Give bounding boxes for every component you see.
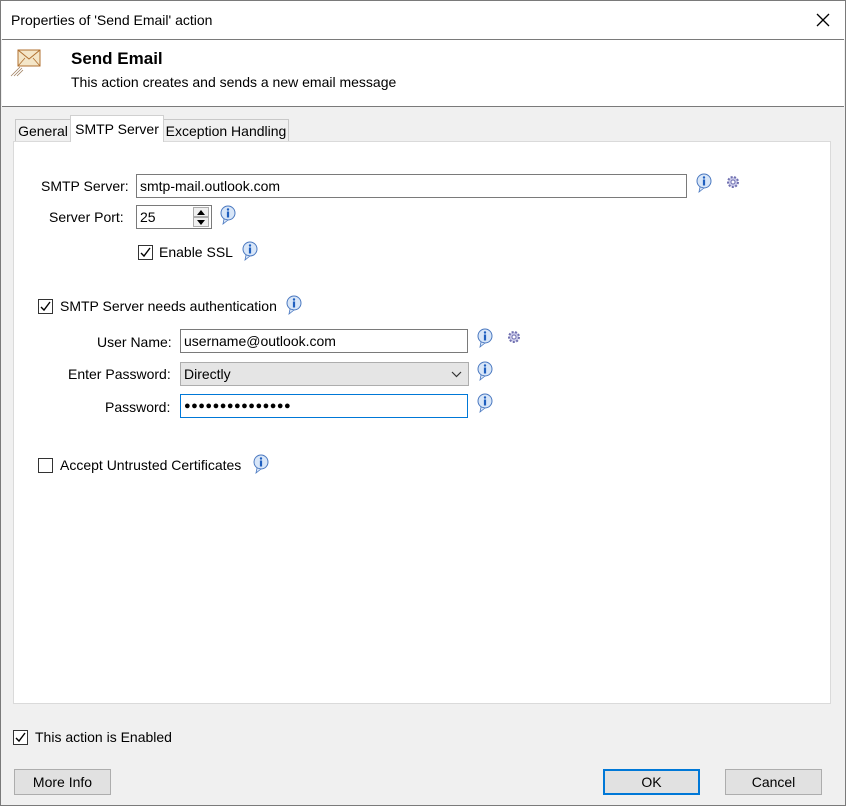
info-icon[interactable] [476, 393, 494, 413]
smtp-server-input[interactable]: smtp-mail.outlook.com [136, 174, 687, 198]
action-header: Send Email This action creates and sends… [2, 39, 844, 107]
password-label: Password: [105, 399, 171, 415]
close-icon [816, 13, 830, 27]
password-mode-select[interactable]: Directly [180, 362, 469, 386]
action-description: This action creates and sends a new emai… [71, 74, 397, 90]
action-enabled-label: This action is Enabled [35, 729, 172, 745]
accept-untrusted-checkbox[interactable] [38, 458, 53, 473]
info-icon[interactable] [241, 241, 259, 261]
checkmark-icon [40, 301, 51, 312]
tab-general[interactable]: General [15, 119, 71, 141]
checkmark-icon [140, 247, 151, 258]
smtp-auth-checkbox[interactable] [38, 299, 53, 314]
arrow-up-icon [197, 209, 205, 215]
info-icon[interactable] [219, 205, 237, 225]
action-title: Send Email [71, 49, 163, 68]
title-bar: Properties of 'Send Email' action [1, 1, 845, 39]
window-title: Properties of 'Send Email' action [11, 12, 213, 28]
password-input[interactable]: ●●●●●●●●●●●●●●● [180, 394, 468, 418]
port-increment-button[interactable] [193, 207, 209, 217]
server-port-label: Server Port: [49, 209, 124, 225]
enable-ssl-checkbox[interactable] [138, 245, 153, 260]
smtp-auth-label: SMTP Server needs authentication [60, 298, 277, 314]
action-enabled-checkbox[interactable] [13, 730, 28, 745]
checkmark-icon [15, 732, 26, 743]
tab-exception-handling[interactable]: Exception Handling [163, 119, 289, 141]
username-label: User Name: [97, 334, 172, 350]
gear-icon[interactable] [725, 174, 741, 190]
smtp-server-label: SMTP Server: [41, 178, 129, 194]
ok-button[interactable]: OK [603, 769, 700, 795]
envelope-icon [10, 49, 41, 77]
username-input[interactable]: username@outlook.com [180, 329, 468, 353]
close-button[interactable] [811, 9, 835, 31]
more-info-button[interactable]: More Info [14, 769, 111, 795]
cancel-button[interactable]: Cancel [725, 769, 822, 795]
arrow-down-icon [197, 219, 205, 225]
accept-untrusted-label: Accept Untrusted Certificates [60, 457, 242, 473]
info-icon[interactable] [476, 328, 494, 348]
server-port-value: 25 [140, 209, 156, 225]
password-mode-value: Directly [184, 366, 231, 382]
info-icon[interactable] [285, 295, 303, 315]
chevron-down-icon [451, 371, 462, 378]
gear-icon[interactable] [506, 329, 522, 345]
password-mode-label: Enter Password: [68, 366, 171, 382]
info-icon[interactable] [252, 454, 270, 474]
tab-smtp-server[interactable]: SMTP Server [70, 115, 164, 142]
info-icon[interactable] [695, 173, 713, 193]
properties-dialog: Properties of 'Send Email' action Send E… [0, 0, 846, 806]
info-icon[interactable] [476, 361, 494, 381]
enable-ssl-label: Enable SSL [159, 244, 233, 260]
port-decrement-button[interactable] [193, 217, 209, 227]
